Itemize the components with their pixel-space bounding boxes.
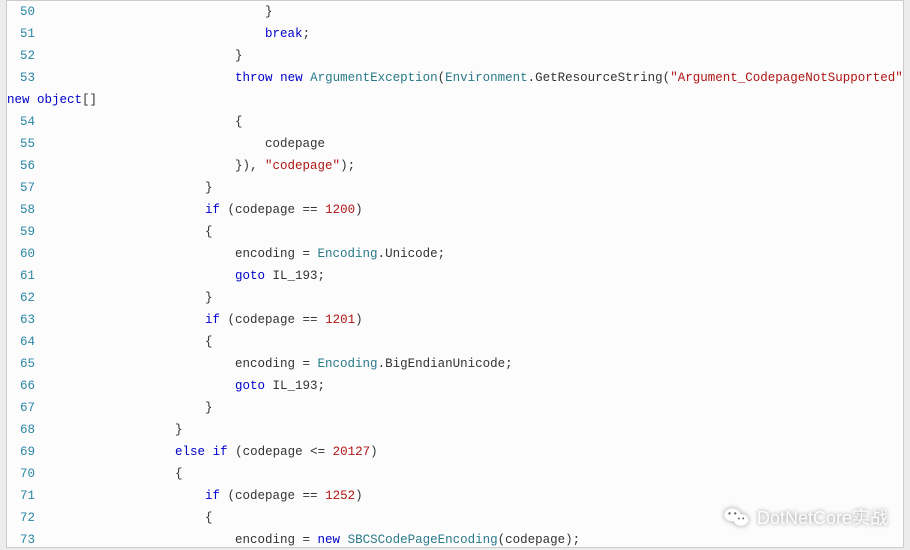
line-number: 55 (7, 133, 41, 155)
code-content: } (41, 45, 243, 67)
code-line: 66 goto IL_193; (7, 375, 903, 397)
code-content: { (41, 463, 183, 485)
code-line: new object[] (7, 89, 903, 111)
line-number: 60 (7, 243, 41, 265)
line-number: 68 (7, 419, 41, 441)
line-number: 71 (7, 485, 41, 507)
code-line: 50 } (7, 1, 903, 23)
code-body: 50 }51 break;52 }53 throw new ArgumentEx… (7, 1, 903, 548)
code-line: 63 if (codepage == 1201) (7, 309, 903, 331)
line-number: 53 (7, 67, 41, 89)
code-line: 67 } (7, 397, 903, 419)
code-content: } (41, 1, 273, 23)
line-number: 70 (7, 463, 41, 485)
code-line: 60 encoding = Encoding.Unicode; (7, 243, 903, 265)
code-line: 62 } (7, 287, 903, 309)
line-number: 61 (7, 265, 41, 287)
code-content: goto IL_193; (41, 265, 325, 287)
line-number: 66 (7, 375, 41, 397)
line-number: 72 (7, 507, 41, 529)
code-line: 64 { (7, 331, 903, 353)
code-line: 69 else if (codepage <= 20127) (7, 441, 903, 463)
code-content: } (41, 287, 213, 309)
code-content: new object[] (7, 89, 97, 111)
code-line: 51 break; (7, 23, 903, 45)
line-number: 56 (7, 155, 41, 177)
line-number: 64 (7, 331, 41, 353)
code-line: 54 { (7, 111, 903, 133)
line-number: 65 (7, 353, 41, 375)
code-content: goto IL_193; (41, 375, 325, 397)
line-number: 69 (7, 441, 41, 463)
code-line: 52 } (7, 45, 903, 67)
line-number: 63 (7, 309, 41, 331)
code-content: { (41, 507, 213, 529)
code-line: 58 if (codepage == 1200) (7, 199, 903, 221)
code-content: }), "codepage"); (41, 155, 355, 177)
line-number: 52 (7, 45, 41, 67)
line-number: 73 (7, 529, 41, 548)
code-line: 72 { (7, 507, 903, 529)
line-number: 62 (7, 287, 41, 309)
code-line: 53 throw new ArgumentException(Environme… (7, 67, 903, 89)
line-number: 57 (7, 177, 41, 199)
code-line: 56 }), "codepage"); (7, 155, 903, 177)
code-content: } (41, 419, 183, 441)
code-line: 73 encoding = new SBCSCodePageEncoding(c… (7, 529, 903, 548)
code-content: if (codepage == 1252) (41, 485, 363, 507)
code-line: 59 { (7, 221, 903, 243)
code-content: if (codepage == 1200) (41, 199, 363, 221)
code-content: codepage (41, 133, 325, 155)
code-line: 55 codepage (7, 133, 903, 155)
line-number: 58 (7, 199, 41, 221)
code-content: { (41, 221, 213, 243)
code-content: encoding = Encoding.BigEndianUnicode; (41, 353, 513, 375)
code-editor[interactable]: 50 }51 break;52 }53 throw new ArgumentEx… (6, 0, 904, 548)
line-number: 50 (7, 1, 41, 23)
line-number: 59 (7, 221, 41, 243)
code-content: throw new ArgumentException(Environment.… (41, 67, 904, 89)
line-number: 54 (7, 111, 41, 133)
code-content: else if (codepage <= 20127) (41, 441, 378, 463)
code-line: 70 { (7, 463, 903, 485)
code-content: { (41, 111, 243, 133)
code-content: } (41, 397, 213, 419)
code-line: 57 } (7, 177, 903, 199)
code-line: 68 } (7, 419, 903, 441)
code-line: 61 goto IL_193; (7, 265, 903, 287)
code-content: break; (41, 23, 310, 45)
code-line: 71 if (codepage == 1252) (7, 485, 903, 507)
line-number: 51 (7, 23, 41, 45)
line-number: 67 (7, 397, 41, 419)
code-content: } (41, 177, 213, 199)
code-content: { (41, 331, 213, 353)
code-content: if (codepage == 1201) (41, 309, 363, 331)
code-line: 65 encoding = Encoding.BigEndianUnicode; (7, 353, 903, 375)
code-content: encoding = new SBCSCodePageEncoding(code… (41, 529, 580, 548)
code-content: encoding = Encoding.Unicode; (41, 243, 445, 265)
